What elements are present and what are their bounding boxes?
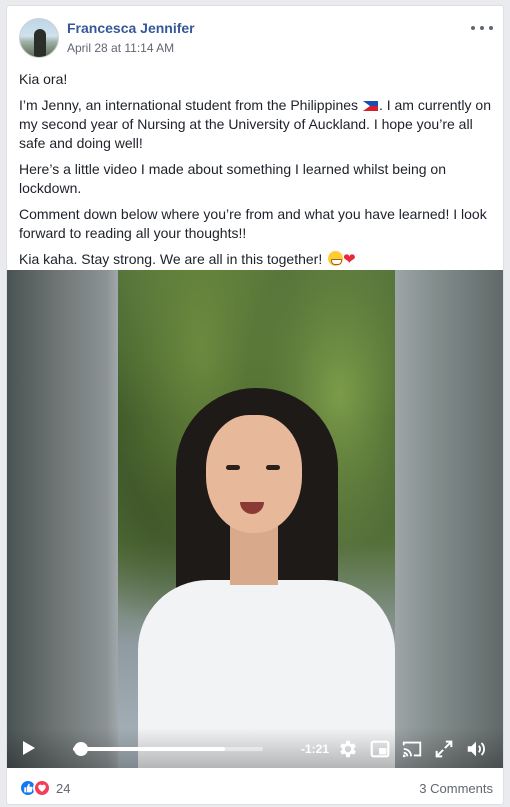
settings-gear-icon[interactable] <box>337 738 359 760</box>
pip-icon[interactable] <box>369 738 391 760</box>
video-player[interactable]: -1:21 <box>7 270 503 768</box>
video-subject-neck <box>230 525 278 585</box>
red-heart-icon: ❤ <box>343 251 356 268</box>
time-remaining: -1:21 <box>301 742 330 756</box>
grinning-face-icon <box>328 251 344 266</box>
fullscreen-icon[interactable] <box>433 738 455 760</box>
post-timestamp[interactable]: April 28 at 11:14 AM <box>67 41 174 55</box>
progress-fill <box>73 747 225 751</box>
video-subject-eye <box>266 465 280 470</box>
video-controls: -1:21 <box>7 728 503 768</box>
progress-track[interactable] <box>73 747 263 751</box>
philippines-flag-icon <box>362 101 378 111</box>
avatar[interactable] <box>19 18 59 58</box>
play-icon[interactable] <box>23 741 35 755</box>
post-header: Francesca Jennifer April 28 at 11:14 AM <box>7 6 503 66</box>
paragraph-closing-text: Kia kaha. Stay strong. We are all in thi… <box>19 251 327 267</box>
love-icon <box>33 779 51 797</box>
volume-icon[interactable] <box>465 738 487 760</box>
comments-link[interactable]: 3 Comments <box>419 781 493 796</box>
paragraph-greeting: Kia ora! <box>19 71 68 87</box>
reactions-summary[interactable]: 24 <box>19 779 70 797</box>
post-footer: 24 3 Comments <box>7 768 503 804</box>
paragraph-call-to-action: Comment down below where you’re from and… <box>19 206 487 241</box>
more-dots-icon[interactable] <box>471 20 493 36</box>
paragraph-video-note: Here’s a little video I made about somet… <box>19 161 446 196</box>
paragraph-intro: I’m Jenny, an international student from… <box>19 96 491 153</box>
post-text: Kia ora! I’m Jenny, an international stu… <box>7 66 503 269</box>
video-subject-face <box>206 415 302 533</box>
paragraph-closing: Kia kaha. Stay strong. We are all in thi… <box>19 250 491 269</box>
paragraph-intro-part1: I’m Jenny, an international student from… <box>19 97 362 113</box>
reaction-count[interactable]: 24 <box>56 781 70 796</box>
post-card: Francesca Jennifer April 28 at 11:14 AM … <box>6 5 504 805</box>
playhead-knob[interactable] <box>74 742 88 756</box>
video-subject-eye <box>226 465 240 470</box>
author-name[interactable]: Francesca Jennifer <box>67 20 195 36</box>
cast-icon[interactable] <box>401 738 423 760</box>
video-frame[interactable] <box>118 270 395 768</box>
